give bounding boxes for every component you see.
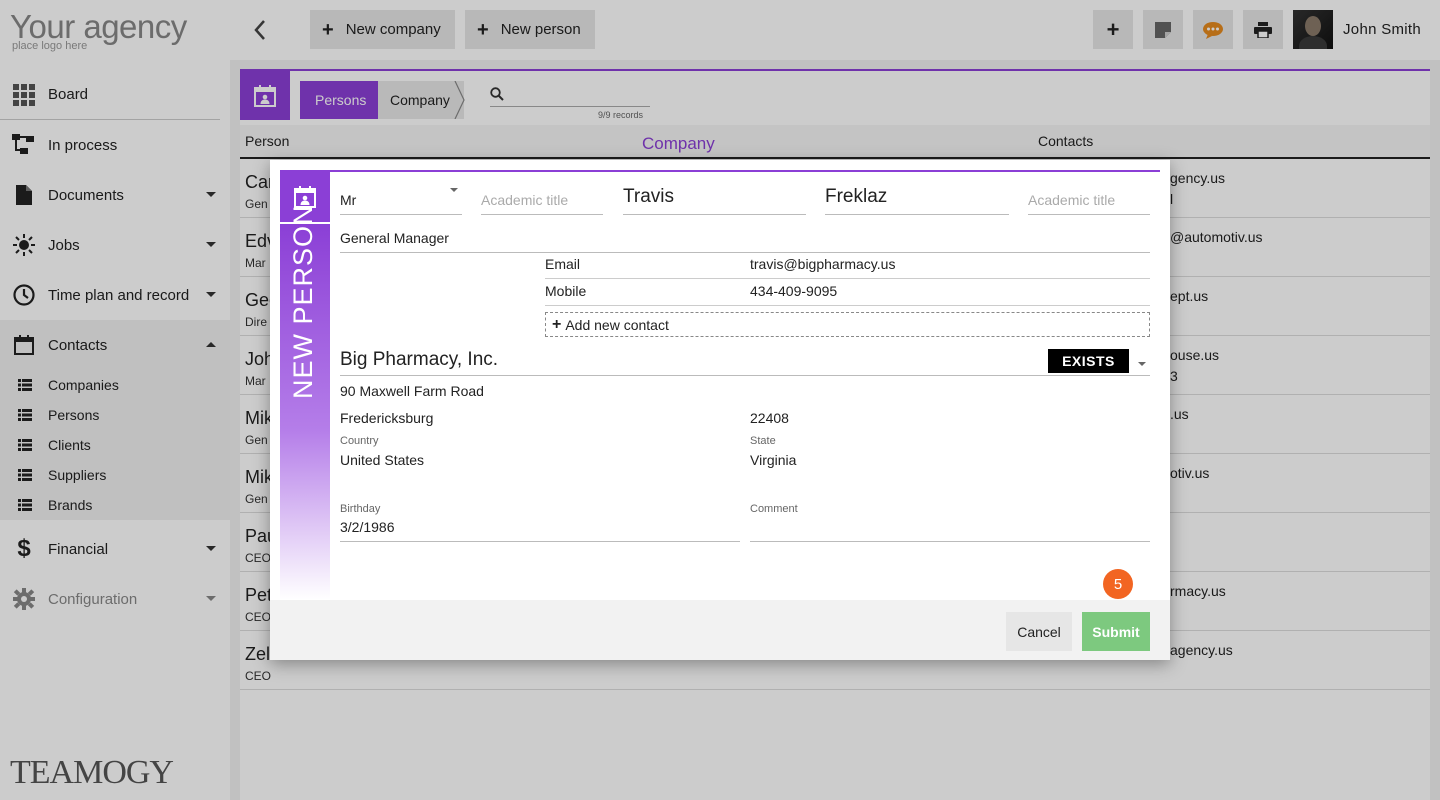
- job-title-input[interactable]: General Manager: [340, 226, 1150, 253]
- chevron-down-icon[interactable]: [1138, 362, 1146, 366]
- academic-title-placeholder: Academic title: [481, 192, 569, 208]
- salutation-value: Mr: [340, 192, 357, 208]
- chevron-down-icon: [450, 188, 458, 192]
- accent-line: [280, 170, 1160, 172]
- state-label: State: [750, 435, 776, 447]
- birthday-label: Birthday: [340, 503, 381, 515]
- company-value: Big Pharmacy, Inc.: [340, 349, 499, 370]
- add-contact-button[interactable]: + Add new contact: [545, 312, 1150, 337]
- birthday-value: 3/2/1986: [340, 519, 395, 535]
- salutation-select[interactable]: Mr: [340, 182, 462, 215]
- step-badge: 5: [1103, 569, 1133, 599]
- comment-label: Comment: [750, 503, 798, 515]
- academic-title-before-input[interactable]: Academic title: [481, 182, 603, 215]
- dialog-title: NEW PERSON: [288, 204, 318, 399]
- company-input[interactable]: Big Pharmacy, Inc.: [340, 345, 1150, 376]
- job-title-value: General Manager: [340, 230, 449, 246]
- country-value[interactable]: United States: [340, 452, 424, 468]
- contact-value: travis@bigpharmacy.us: [750, 256, 896, 272]
- birthday-input[interactable]: 3/2/1986: [340, 516, 740, 542]
- country-label: Country: [340, 435, 379, 447]
- last-name-input[interactable]: Freklaz: [825, 180, 1009, 215]
- submit-button[interactable]: Submit: [1082, 612, 1150, 651]
- academic-title-placeholder: Academic title: [1028, 192, 1116, 208]
- add-contact-label: Add new contact: [565, 316, 669, 333]
- new-person-dialog: NEW PERSON Mr Academic title Travis Frek…: [270, 160, 1170, 660]
- company-exists-badge: EXISTS: [1048, 349, 1129, 373]
- contact-type: Mobile: [545, 283, 587, 299]
- contact-value: 434-409-9095: [750, 283, 838, 299]
- dialog-side-banner: NEW PERSON: [280, 204, 330, 600]
- contact-row-mobile[interactable]: Mobile 434-409-9095: [545, 282, 1150, 306]
- first-name-value: Travis: [623, 186, 675, 207]
- first-name-input[interactable]: Travis: [623, 180, 806, 215]
- plus-icon: +: [552, 315, 562, 333]
- dialog-footer: Cancel Submit: [270, 600, 1170, 660]
- academic-title-after-input[interactable]: Academic title: [1028, 182, 1150, 215]
- city-value[interactable]: Fredericksburg: [340, 410, 433, 426]
- comment-input[interactable]: [750, 516, 1150, 542]
- contact-type: Email: [545, 256, 581, 272]
- cancel-button[interactable]: Cancel: [1006, 612, 1072, 651]
- state-value[interactable]: Virginia: [750, 452, 796, 468]
- last-name-value: Freklaz: [825, 186, 888, 207]
- zip-value[interactable]: 22408: [750, 410, 789, 426]
- contact-row-email[interactable]: Email travis@bigpharmacy.us: [545, 255, 1150, 279]
- street-value[interactable]: 90 Maxwell Farm Road: [340, 383, 484, 399]
